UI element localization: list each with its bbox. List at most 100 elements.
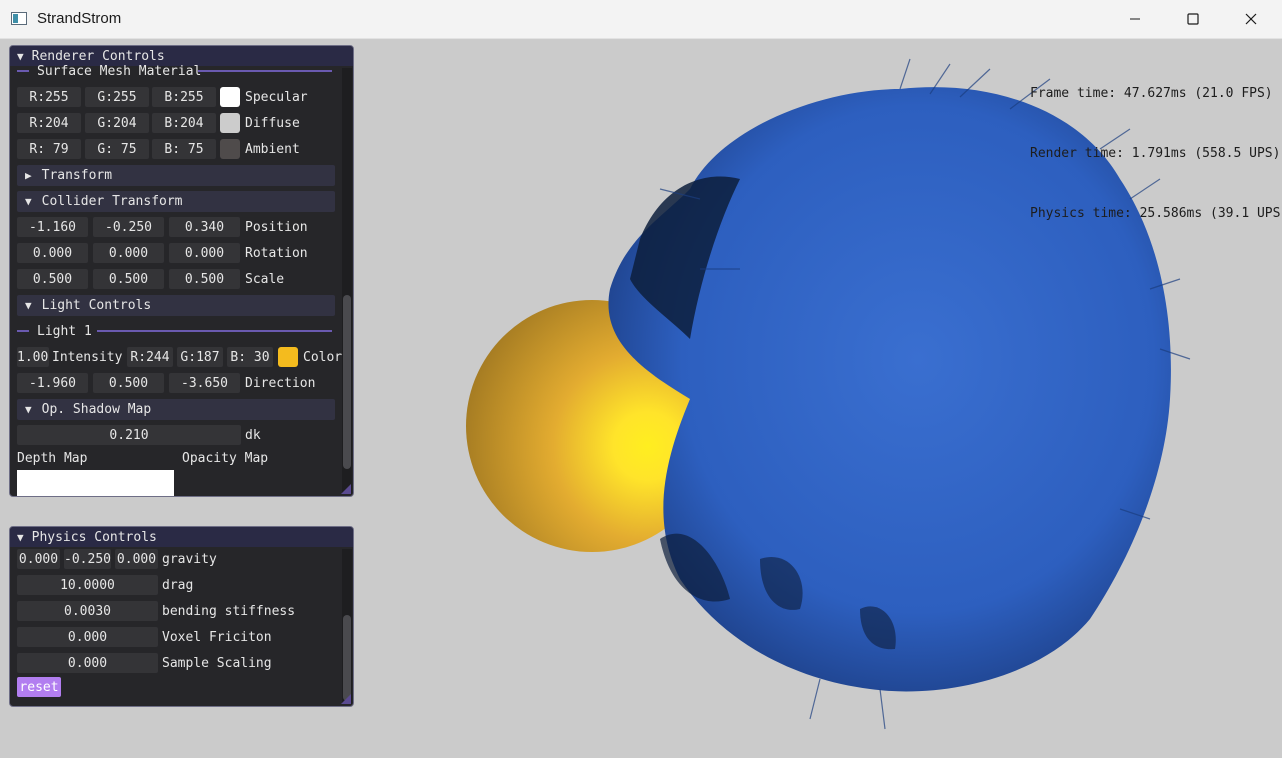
bending-stiffness-label: bending stiffness bbox=[162, 604, 296, 619]
light-g-field[interactable]: G:187 bbox=[177, 347, 223, 367]
light-color-swatch[interactable] bbox=[278, 347, 298, 367]
scale-x-field[interactable]: 0.500 bbox=[17, 269, 88, 289]
collider-transform-label: Collider Transform bbox=[41, 194, 183, 209]
separator bbox=[17, 70, 29, 72]
dk-label: dk bbox=[245, 428, 261, 443]
intensity-label: Intensity bbox=[52, 350, 123, 365]
expand-arrow-icon: ▶ bbox=[25, 169, 32, 182]
reset-button[interactable]: reset bbox=[17, 677, 61, 697]
light1-title: Light 1 bbox=[37, 324, 92, 339]
ambient-color-swatch[interactable] bbox=[220, 139, 240, 159]
close-button[interactable] bbox=[1222, 0, 1280, 38]
sample-scaling-label: Sample Scaling bbox=[162, 656, 272, 671]
ambient-b-field[interactable]: B: 75 bbox=[152, 139, 216, 159]
gravity-x-field[interactable]: 0.000 bbox=[17, 549, 60, 569]
gravity-z-field[interactable]: 0.000 bbox=[115, 549, 158, 569]
bending-stiffness-field[interactable]: 0.0030 bbox=[17, 601, 158, 621]
collapse-arrow-icon: ▼ bbox=[25, 299, 32, 312]
ambient-g-field[interactable]: G: 75 bbox=[85, 139, 149, 159]
diffuse-label: Diffuse bbox=[245, 116, 300, 131]
specular-label: Specular bbox=[245, 90, 308, 105]
position-y-field[interactable]: -0.250 bbox=[93, 217, 164, 237]
frame-time: Frame time: 47.627ms (21.0 FPS) bbox=[1030, 86, 1273, 101]
voxel-friction-field[interactable]: 0.000 bbox=[17, 627, 158, 647]
position-z-field[interactable]: 0.340 bbox=[169, 217, 240, 237]
light-b-field[interactable]: B: 30 bbox=[227, 347, 273, 367]
shadow-map-label: Op. Shadow Map bbox=[41, 402, 152, 417]
maximize-icon bbox=[1187, 13, 1199, 25]
physics-scrollbar[interactable] bbox=[342, 549, 352, 704]
app-icon bbox=[11, 12, 27, 25]
gravity-y-field[interactable]: -0.250 bbox=[64, 549, 111, 569]
separator bbox=[198, 70, 332, 72]
direction-label: Direction bbox=[245, 376, 316, 391]
direction-y-field[interactable]: 0.500 bbox=[93, 373, 164, 393]
render-time: Render time: 1.791ms (558.5 UPS) bbox=[1030, 146, 1281, 161]
shadow-map-header[interactable]: ▼ Op. Shadow Map bbox=[17, 399, 335, 420]
window-title: StrandStrom bbox=[37, 10, 122, 27]
rotation-x-field[interactable]: 0.000 bbox=[17, 243, 88, 263]
collapse-arrow-icon: ▼ bbox=[25, 403, 32, 416]
opacity-map-label: Opacity Map bbox=[182, 451, 269, 466]
specular-g-field[interactable]: G:255 bbox=[85, 87, 149, 107]
close-icon bbox=[1245, 13, 1257, 25]
renderer-scrollbar[interactable] bbox=[342, 68, 352, 494]
light-controls-header[interactable]: ▼ Light Controls bbox=[17, 295, 335, 316]
renderer-controls-panel: ▼ Renderer Controls Surface Mesh Materia… bbox=[9, 45, 354, 497]
physics-controls-panel: ▼ Physics Controls 0.000 -0.250 0.000 gr… bbox=[9, 526, 354, 707]
diffuse-color-swatch[interactable] bbox=[220, 113, 240, 133]
light-controls-label: Light Controls bbox=[41, 298, 152, 313]
dk-field[interactable]: 0.210 bbox=[17, 425, 241, 445]
diffuse-b-field[interactable]: B:204 bbox=[152, 113, 216, 133]
drag-label: drag bbox=[162, 578, 194, 593]
intensity-field[interactable]: 1.00 bbox=[17, 347, 49, 367]
depth-map-label: Depth Map bbox=[17, 451, 88, 466]
minimize-icon bbox=[1130, 18, 1140, 20]
rotation-y-field[interactable]: 0.000 bbox=[93, 243, 164, 263]
panel-title: Renderer Controls bbox=[31, 48, 165, 64]
diffuse-r-field[interactable]: R:204 bbox=[17, 113, 81, 133]
physics-controls-header[interactable]: ▼ Physics Controls bbox=[10, 527, 353, 547]
rotation-z-field[interactable]: 0.000 bbox=[169, 243, 240, 263]
separator bbox=[17, 330, 29, 332]
direction-z-field[interactable]: -3.650 bbox=[169, 373, 240, 393]
scale-y-field[interactable]: 0.500 bbox=[93, 269, 164, 289]
collapse-arrow-icon: ▼ bbox=[17, 49, 24, 63]
depth-map-image bbox=[17, 470, 174, 496]
ambient-label: Ambient bbox=[245, 142, 300, 157]
specular-b-field[interactable]: B:255 bbox=[152, 87, 216, 107]
ambient-r-field[interactable]: R: 79 bbox=[17, 139, 81, 159]
light-color-label: Color bbox=[303, 350, 343, 365]
resize-grip-icon[interactable] bbox=[341, 694, 351, 704]
scale-label: Scale bbox=[245, 272, 285, 287]
diffuse-g-field[interactable]: G:204 bbox=[85, 113, 149, 133]
scrollbar-thumb[interactable] bbox=[343, 295, 351, 469]
collapse-arrow-icon: ▼ bbox=[25, 195, 32, 208]
scrollbar-thumb[interactable] bbox=[343, 615, 351, 701]
rotation-label: Rotation bbox=[245, 246, 308, 261]
minimize-button[interactable] bbox=[1106, 0, 1164, 38]
voxel-friction-label: Voxel Friciton bbox=[162, 630, 272, 645]
scale-z-field[interactable]: 0.500 bbox=[169, 269, 240, 289]
maximize-button[interactable] bbox=[1164, 0, 1222, 38]
physics-time: Physics time: 25.586ms (39.1 UPS) bbox=[1030, 206, 1282, 221]
separator bbox=[97, 330, 332, 332]
direction-x-field[interactable]: -1.960 bbox=[17, 373, 88, 393]
collapse-arrow-icon: ▼ bbox=[17, 530, 24, 544]
resize-grip-icon[interactable] bbox=[341, 484, 351, 494]
title-bar: StrandStrom bbox=[0, 0, 1282, 39]
position-x-field[interactable]: -1.160 bbox=[17, 217, 88, 237]
perf-stats: Frame time: 47.627ms (21.0 FPS) Render t… bbox=[1030, 44, 1282, 244]
position-label: Position bbox=[245, 220, 308, 235]
drag-field[interactable]: 10.0000 bbox=[17, 575, 158, 595]
sample-scaling-field[interactable]: 0.000 bbox=[17, 653, 158, 673]
light-r-field[interactable]: R:244 bbox=[127, 347, 173, 367]
surface-mesh-title: Surface Mesh Material bbox=[37, 64, 202, 79]
transform-header[interactable]: ▶ Transform bbox=[17, 165, 335, 186]
specular-r-field[interactable]: R:255 bbox=[17, 87, 81, 107]
panel-title: Physics Controls bbox=[31, 529, 157, 545]
specular-color-swatch[interactable] bbox=[220, 87, 240, 107]
gravity-label: gravity bbox=[162, 552, 217, 567]
transform-header-label: Transform bbox=[41, 168, 113, 183]
collider-transform-header[interactable]: ▼ Collider Transform bbox=[17, 191, 335, 212]
